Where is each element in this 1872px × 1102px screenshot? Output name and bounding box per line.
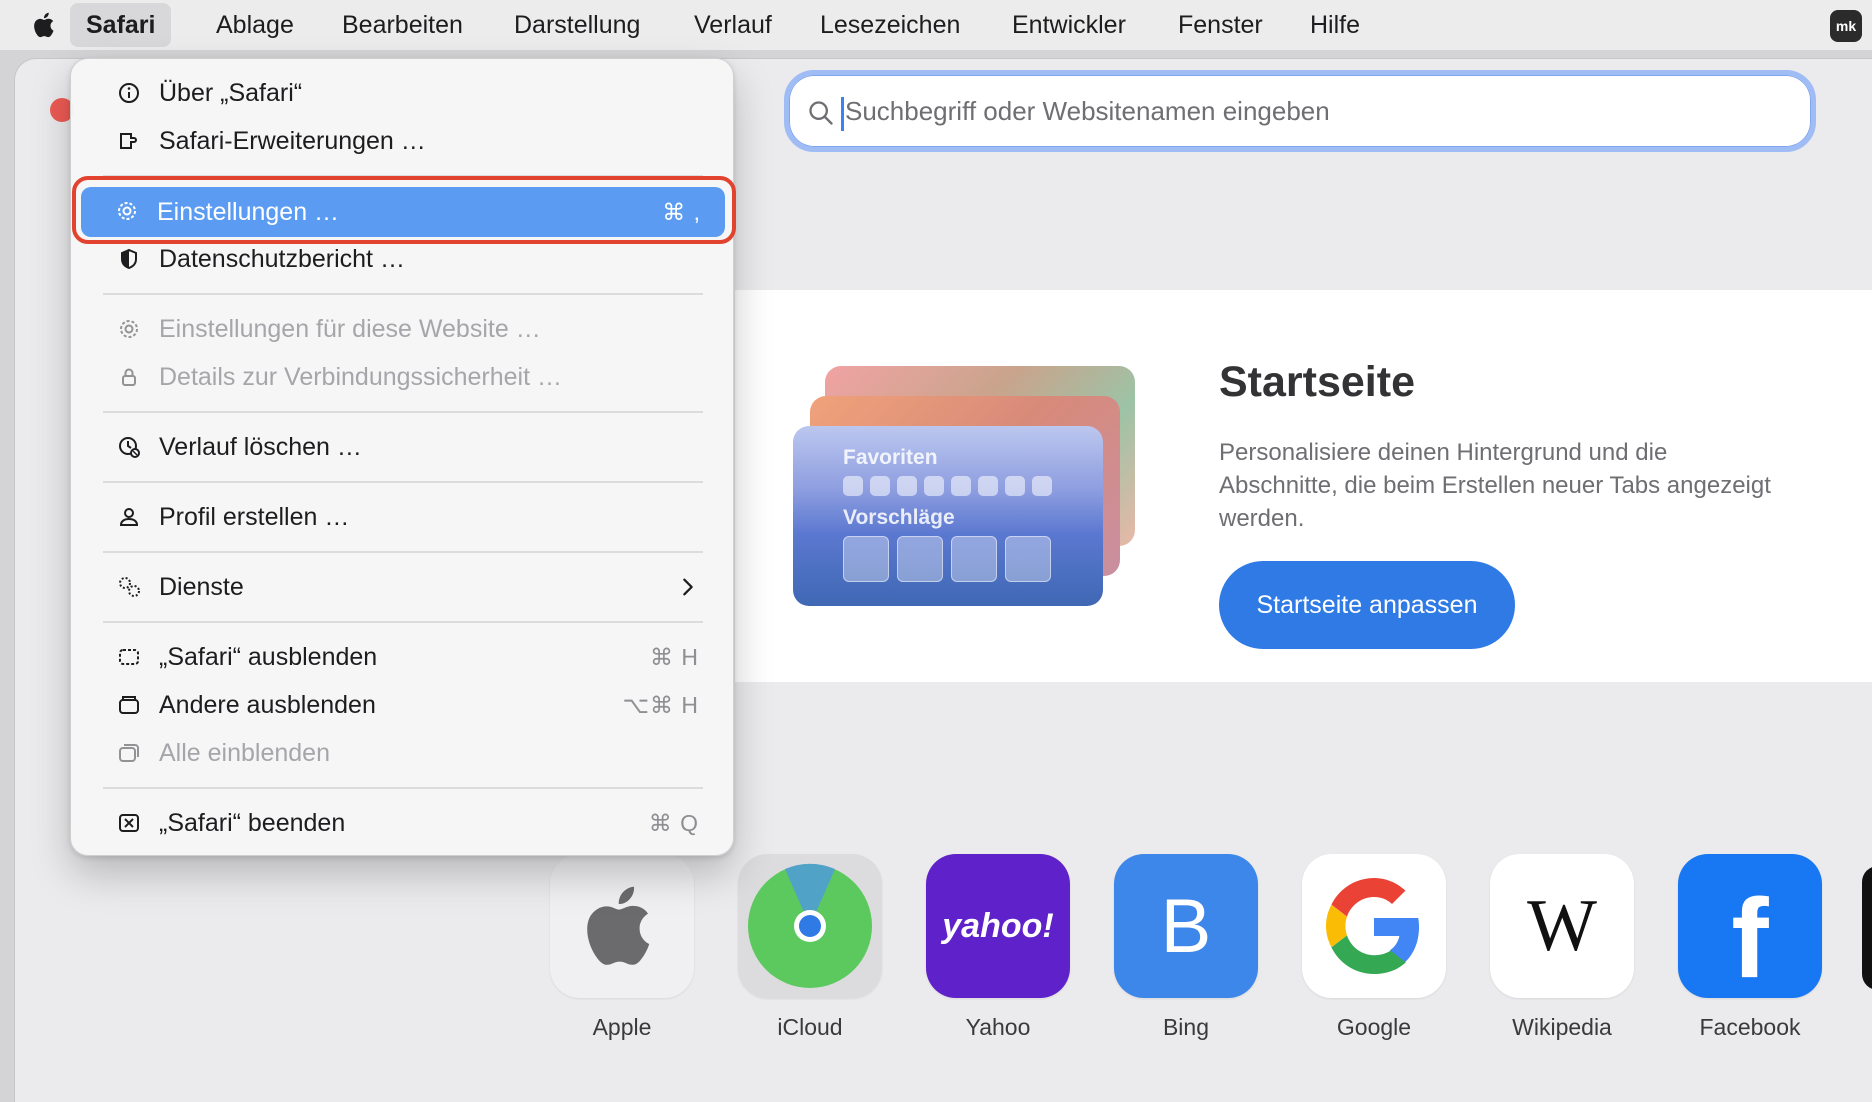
menu-bar: Safari Ablage Bearbeiten Darstellung Ver… <box>0 0 1872 50</box>
favorite-partial-tile[interactable] <box>1862 866 1872 990</box>
customize-startpage-button[interactable]: Startseite anpassen <box>1219 561 1515 649</box>
favorite-label: Google <box>1336 1014 1412 1040</box>
hide-icon <box>119 649 139 665</box>
favorite-google[interactable]: Google <box>1302 854 1446 1040</box>
menu-item-clear-history[interactable]: Verlauf löschen … <box>83 423 723 471</box>
startpage-description: Personalisiere deinen Hintergrund und di… <box>1219 439 1771 532</box>
menu-item-services[interactable]: Dienste <box>83 563 723 611</box>
menu-item-label: Alle einblenden <box>159 738 330 767</box>
menu-item-connection-security: Details zur Verbindungssicherheit … <box>83 353 723 401</box>
menu-item-create-profile[interactable]: Profil erstellen … <box>83 493 723 541</box>
menu-item-shortcut: ⌥⌘ H <box>622 691 699 718</box>
menu-separator <box>103 411 703 413</box>
menu-item-show-all: Alle einblenden <box>83 729 723 777</box>
menu-fenster[interactable]: Fenster <box>1162 0 1279 50</box>
favorite-label: Bing <box>1162 1014 1210 1040</box>
text-caret <box>841 97 844 131</box>
shield-icon <box>121 248 137 270</box>
illustration-dots <box>843 476 1052 496</box>
extension-icon <box>120 133 137 149</box>
search-placeholder: Suchbegriff oder Websitenamen eingeben <box>845 96 1330 126</box>
menu-item-label: Andere ausblenden <box>159 690 376 719</box>
menu-entwickler[interactable]: Entwickler <box>996 0 1142 50</box>
hide-others-icon <box>119 696 139 714</box>
menu-item-label: Safari-Erweiterungen … <box>159 126 426 155</box>
favorite-yahoo[interactable]: yahoo! Yahoo <box>926 854 1070 1040</box>
find-my-icon <box>738 854 882 998</box>
menu-verlauf[interactable]: Verlauf <box>678 0 788 50</box>
menu-item-label: Profil erstellen … <box>159 502 350 531</box>
annotation-highlight-outline <box>72 176 736 244</box>
menu-item-quit-safari[interactable]: „Safari“ beenden ⌘ Q <box>83 799 723 847</box>
menu-item-label: Verlauf löschen … <box>159 432 362 461</box>
menu-item-label: Details zur Verbindungssicherheit … <box>159 362 562 391</box>
quit-icon <box>119 814 139 832</box>
illustration-card-front: Favoriten Vorschläge <box>793 426 1103 606</box>
menu-hilfe[interactable]: Hilfe <box>1294 0 1376 50</box>
facebook-logo-icon: f <box>1678 854 1822 998</box>
favorite-label: Apple <box>592 1014 652 1040</box>
menu-item-label: Dienste <box>159 572 244 601</box>
favorite-label: Wikipedia <box>1512 1014 1612 1040</box>
wikipedia-logo-icon: W <box>1490 854 1634 998</box>
menu-item-about-safari[interactable]: Über „Safari“ <box>83 69 723 117</box>
chevron-right-icon <box>683 578 693 596</box>
menu-item-label: „Safari“ ausblenden <box>159 642 378 671</box>
favorite-label: iCloud <box>777 1014 843 1040</box>
menu-darstellung[interactable]: Darstellung <box>498 0 656 50</box>
illustration-favorites-label: Favoriten <box>843 446 938 469</box>
favorite-apple[interactable]: Apple <box>550 854 694 1040</box>
info-icon <box>119 83 139 103</box>
favorite-icloud[interactable]: iCloud <box>738 854 882 1040</box>
person-icon <box>119 508 139 526</box>
menu-separator <box>103 787 703 789</box>
show-all-icon <box>119 744 139 762</box>
clock-clear-icon <box>119 437 140 458</box>
menu-ablage[interactable]: Ablage <box>200 0 310 50</box>
menu-separator <box>103 621 703 623</box>
menu-item-label: Über „Safari“ <box>159 78 303 107</box>
menu-lesezeichen[interactable]: Lesezeichen <box>804 0 976 50</box>
illustration-suggestions-label: Vorschläge <box>843 506 955 529</box>
menu-item-shortcut: ⌘ H <box>650 643 699 670</box>
startpage-title: Startseite <box>1219 358 1415 406</box>
google-logo-icon <box>1302 854 1446 998</box>
bing-logo-icon: B <box>1114 854 1258 998</box>
menu-item-shortcut: ⌘ Q <box>648 809 699 836</box>
favorite-label: Facebook <box>1699 1014 1801 1040</box>
apple-menu-icon[interactable] <box>30 10 60 40</box>
menu-item-label: „Safari“ beenden <box>159 808 346 837</box>
yahoo-logo-icon: yahoo! <box>926 854 1070 998</box>
menu-separator <box>103 293 703 295</box>
search-icon <box>809 101 833 125</box>
menu-item-hide-safari[interactable]: „Safari“ ausblenden ⌘ H <box>83 633 723 681</box>
menu-item-label: Datenschutzbericht … <box>159 244 405 273</box>
favorite-facebook[interactable]: f Facebook <box>1678 854 1822 1040</box>
menu-item-hide-others[interactable]: Andere ausblenden ⌥⌘ H <box>83 681 723 729</box>
lock-icon <box>122 368 136 386</box>
menu-separator <box>103 481 703 483</box>
user-profile-badge[interactable]: mk <box>1830 10 1862 42</box>
menu-separator <box>103 551 703 553</box>
favorite-bing[interactable]: B Bing <box>1114 854 1258 1040</box>
menu-safari[interactable]: Safari <box>70 3 172 47</box>
favorite-label: Yahoo <box>965 1014 1031 1040</box>
menu-item-label: Einstellungen für diese Website … <box>159 314 541 343</box>
illustration-tiles <box>843 536 1051 582</box>
apple-logo-icon <box>550 854 694 998</box>
menu-item-website-settings: Einstellungen für diese Website … <box>83 305 723 353</box>
services-icon <box>119 577 140 597</box>
menu-bearbeiten[interactable]: Bearbeiten <box>326 0 479 50</box>
search-field[interactable]: Suchbegriff oder Websitenamen eingeben <box>784 70 1816 152</box>
favorite-wikipedia[interactable]: W Wikipedia <box>1490 854 1634 1040</box>
menu-item-safari-extensions[interactable]: Safari-Erweiterungen … <box>83 117 723 165</box>
gear-icon <box>120 320 138 338</box>
